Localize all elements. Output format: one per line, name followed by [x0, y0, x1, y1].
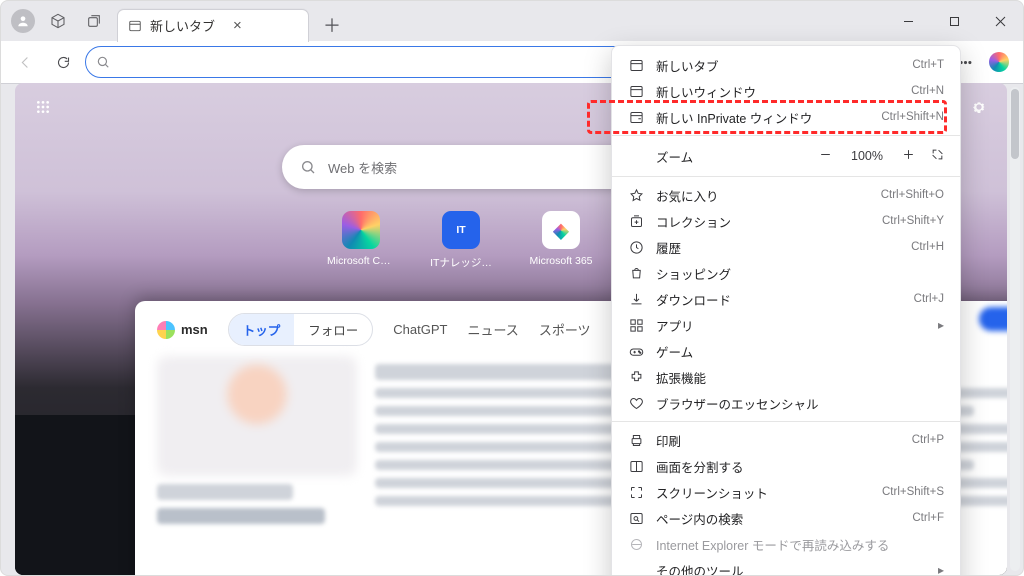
menu-ie-mode: Internet Explorer モードで再読み込みする [612, 531, 960, 557]
browser-tab[interactable]: 新しいタブ × [117, 9, 309, 42]
menu-collections[interactable]: コレクション Ctrl+Shift+Y [612, 208, 960, 234]
msn-butterfly-icon [157, 321, 175, 339]
screenshot-icon [628, 484, 644, 500]
menu-history[interactable]: 履歴 Ctrl+H [612, 234, 960, 260]
person-icon [16, 14, 30, 28]
menu-separator [612, 421, 960, 422]
newtab-page-icon [128, 19, 142, 33]
quick-link[interactable]: Microsoft Co… [327, 211, 395, 272]
collections-icon [628, 213, 644, 229]
menu-split-screen[interactable]: 画面を分割する [612, 453, 960, 479]
menu-screenshot[interactable]: スクリーンショット Ctrl+Shift+S [612, 479, 960, 505]
search-icon [300, 159, 316, 175]
app-launcher-button[interactable] [29, 93, 57, 121]
menu-new-inprivate[interactable]: 新しい InPrivate ウィンドウ Ctrl+Shift+N [612, 104, 960, 130]
search-placeholder: Web を検索 [328, 158, 397, 177]
workspaces-button[interactable] [45, 8, 71, 34]
extensions-icon [628, 369, 644, 385]
chevron-right-icon: ▸ [938, 318, 944, 332]
page-settings-button[interactable] [965, 93, 993, 121]
heart-pulse-icon [628, 395, 644, 411]
refresh-button[interactable] [47, 46, 79, 78]
back-button[interactable] [9, 46, 41, 78]
fullscreen-button[interactable] [931, 148, 944, 164]
cube-icon [50, 13, 66, 29]
split-icon [628, 458, 644, 474]
menu-new-tab[interactable]: 新しいタブ Ctrl+T [612, 52, 960, 78]
menu-extensions[interactable]: 拡張機能 [612, 364, 960, 390]
card-thumbnail [157, 356, 357, 476]
menu-new-window[interactable]: 新しいウィンドウ Ctrl+N [612, 78, 960, 104]
titlebar: 新しいタブ × ＋ [1, 1, 1023, 41]
zoom-out-button[interactable] [819, 148, 832, 164]
settings-menu: 新しいタブ Ctrl+T 新しいウィンドウ Ctrl+N 新しい InPriva… [611, 45, 961, 576]
tab-close-button[interactable]: × [233, 17, 242, 34]
menu-essentials[interactable]: ブラウザーのエッセンシャル [612, 390, 960, 416]
copilot-button[interactable] [983, 46, 1015, 78]
menu-separator [612, 135, 960, 136]
apps-icon [628, 317, 644, 333]
minimize-button[interactable] [885, 1, 931, 41]
profile-button[interactable] [11, 9, 35, 33]
gear-icon [971, 99, 987, 115]
chevron-right-icon: ▸ [938, 563, 944, 576]
newtab-icon [628, 57, 644, 73]
inprivate-icon [628, 109, 644, 125]
tabs-icon [86, 13, 102, 29]
menu-favorites[interactable]: お気に入り Ctrl+Shift+O [612, 182, 960, 208]
msn-logo[interactable]: msn [157, 321, 208, 339]
star-icon [628, 187, 644, 203]
ie-icon [628, 536, 644, 552]
copilot-icon [989, 52, 1009, 72]
grid-icon [35, 99, 51, 115]
feed-tab[interactable]: ChatGPT [393, 322, 447, 337]
menu-print[interactable]: 印刷 Ctrl+P [612, 427, 960, 453]
find-icon [628, 510, 644, 526]
window-icon [628, 83, 644, 99]
new-tab-button[interactable]: ＋ [323, 12, 341, 38]
menu-more-tools[interactable]: その他のツール ▸ [612, 557, 960, 576]
tab-title: 新しいタブ [150, 16, 215, 35]
feed-toggle: トップ フォロー [228, 313, 374, 346]
feed-tab-follow[interactable]: フォロー [294, 314, 372, 345]
download-icon [628, 291, 644, 307]
browser-window: 新しいタブ × ＋ [0, 0, 1024, 576]
menu-games[interactable]: ゲーム [612, 338, 960, 364]
search-icon [96, 55, 110, 69]
feed-tab[interactable]: スポーツ [539, 320, 591, 339]
window-controls [885, 1, 1023, 41]
menu-separator [612, 176, 960, 177]
quick-link[interactable]: ◆Microsoft 365 [527, 211, 595, 272]
menu-downloads[interactable]: ダウンロード Ctrl+J [612, 286, 960, 312]
close-window-button[interactable] [977, 1, 1023, 41]
feed-card[interactable] [157, 356, 357, 532]
feed-badge [979, 307, 1007, 331]
quick-link[interactable]: ITITナレッジ… [427, 211, 495, 272]
tab-actions-button[interactable] [81, 8, 107, 34]
zoom-percent: 100% [848, 149, 886, 163]
history-icon [628, 239, 644, 255]
copilot-tile-icon [342, 211, 380, 249]
print-icon [628, 432, 644, 448]
scrollbar-thumb[interactable] [1011, 89, 1019, 159]
menu-shopping[interactable]: ショッピング [612, 260, 960, 286]
shopping-icon [628, 265, 644, 281]
zoom-in-button[interactable] [902, 148, 915, 164]
it-tile-icon: IT [442, 211, 480, 249]
maximize-button[interactable] [931, 1, 977, 41]
feed-tab-top[interactable]: トップ [229, 314, 295, 345]
scrollbar[interactable] [1010, 87, 1020, 571]
games-icon [628, 343, 644, 359]
menu-apps[interactable]: アプリ ▸ [612, 312, 960, 338]
menu-find[interactable]: ページ内の検索 Ctrl+F [612, 505, 960, 531]
feed-tab[interactable]: ニュース [467, 320, 518, 339]
menu-zoom: ズーム 100% [612, 141, 960, 171]
m365-tile-icon: ◆ [542, 211, 580, 249]
